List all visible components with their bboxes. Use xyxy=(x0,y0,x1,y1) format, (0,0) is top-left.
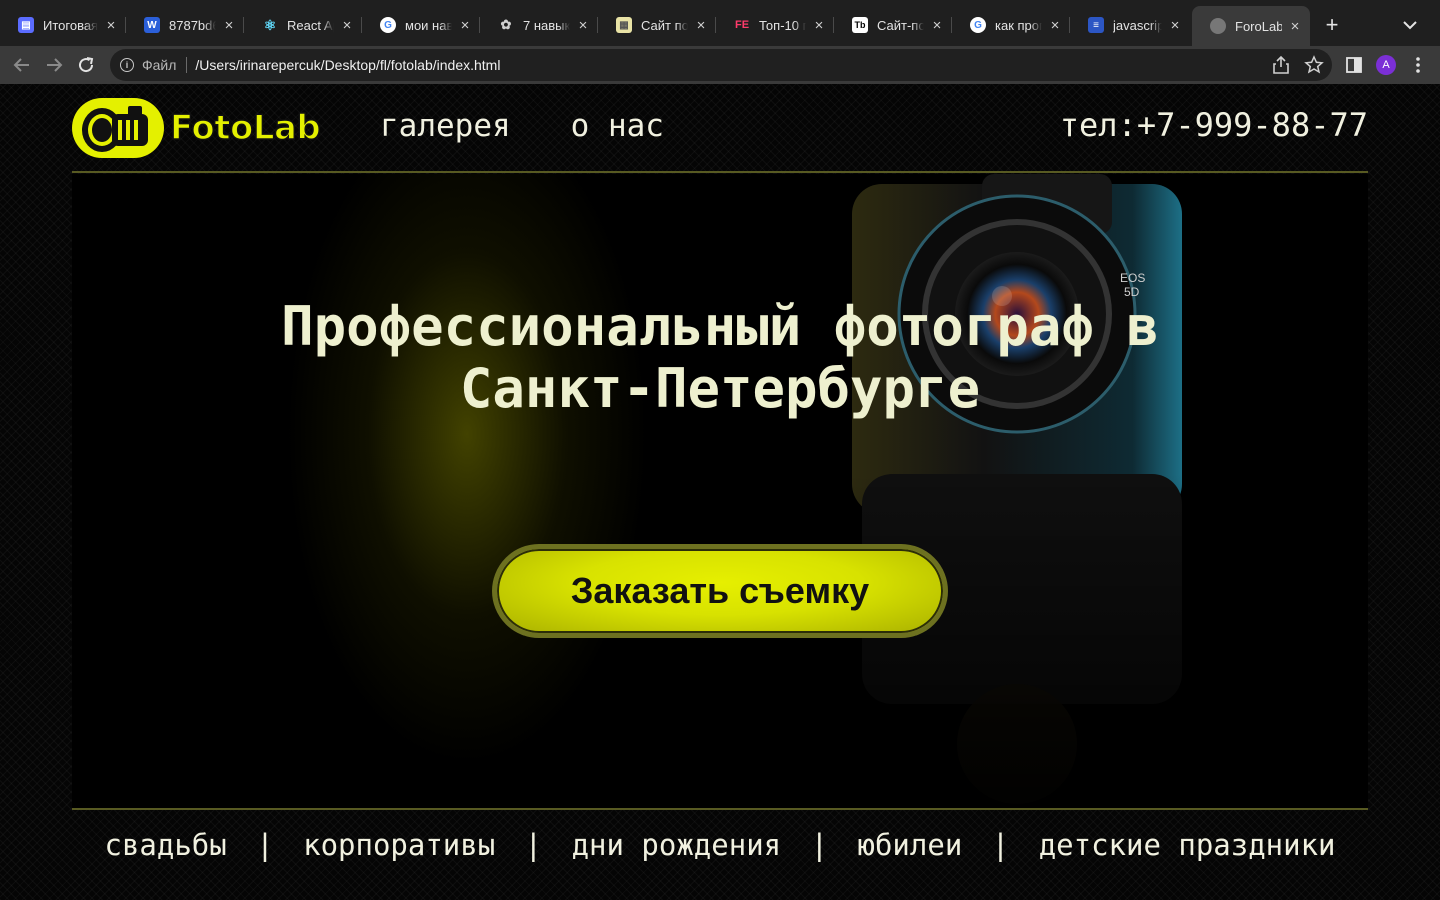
tab-title: ForoLab xyxy=(1235,18,1282,34)
nav-link-gallery[interactable]: галерея xyxy=(380,108,511,144)
address-bar[interactable]: i Файл /Users/irinarepercuk/Desktop/fl/f… xyxy=(110,49,1332,81)
tab-title: 8787bd6 xyxy=(169,17,216,33)
service-separator: | xyxy=(256,828,274,862)
close-tab-icon[interactable]: × xyxy=(576,17,590,34)
main-nav: галерея о нас xyxy=(380,108,664,144)
tab-title: javascript xyxy=(1113,17,1162,33)
new-tab-plus-icon[interactable]: + xyxy=(1320,13,1344,37)
globe-icon xyxy=(1210,18,1226,34)
service-separator: | xyxy=(991,828,1010,862)
site-logo[interactable]: FotoLab xyxy=(72,98,334,158)
services-list: свадьбы | корпоративы | дни рождения | ю… xyxy=(0,828,1440,862)
close-tab-icon[interactable]: × xyxy=(1288,18,1302,35)
doc-icon: ▦ xyxy=(616,17,632,33)
service-item[interactable]: корпоративы xyxy=(303,828,495,862)
browser-tab[interactable]: ≡ javascript × xyxy=(1070,8,1190,42)
hero-bottom-divider xyxy=(72,808,1368,810)
tab-title: 7 навыков xyxy=(523,17,570,33)
tb-icon: Tb xyxy=(852,17,868,33)
service-item[interactable]: дни рождения xyxy=(572,828,782,862)
hero-title-line-2: Санкт-Петербурге xyxy=(459,357,981,420)
logo-text: FotoLab xyxy=(169,107,321,149)
svg-text:EOS: EOS xyxy=(1120,271,1145,285)
browser-tab[interactable]: G мои навыки × xyxy=(362,8,480,42)
order-shoot-button[interactable]: Заказать съемку xyxy=(492,544,948,638)
tab-title: Сайт портфолио xyxy=(641,17,688,33)
service-item[interactable]: юбилеи xyxy=(858,828,963,862)
security-label: Файл xyxy=(142,57,177,73)
tab-title: Сайт-по xyxy=(877,17,924,33)
back-arrow-icon[interactable] xyxy=(10,53,34,77)
reload-icon[interactable] xyxy=(74,53,98,77)
close-tab-icon[interactable]: × xyxy=(222,17,236,34)
profile-avatar[interactable]: A xyxy=(1376,55,1396,75)
browser-tab[interactable]: G как прог × xyxy=(952,8,1070,42)
tab-title: React App xyxy=(287,17,334,33)
google-icon: G xyxy=(380,17,396,33)
service-item[interactable]: детские праздники xyxy=(1039,828,1336,862)
hero-title: Профессиональный фотограф в Санкт-Петерб… xyxy=(72,296,1368,420)
fotolab-page: FotoLab галерея о нас тел:+7-999-88-77 E… xyxy=(0,84,1440,900)
browser-tab[interactable]: ✿ 7 навыков × xyxy=(480,8,598,42)
service-item[interactable]: свадьбы xyxy=(105,828,227,862)
phone-number[interactable]: тел:+7-999-88-77 xyxy=(1060,106,1368,144)
doc-stack-icon: ▤ xyxy=(18,17,34,33)
bookmark-star-icon[interactable] xyxy=(1304,55,1324,80)
url-text[interactable]: /Users/irinarepercuk/Desktop/fl/fotolab/… xyxy=(195,57,500,73)
react-icon: ⚛ xyxy=(263,16,277,33)
browser-tab-strip: ▤ Итоговая × W 8787bd6 × ⚛ React App × G… xyxy=(0,0,1440,46)
service-separator: | xyxy=(524,828,543,862)
openai-icon: ✿ xyxy=(500,17,512,32)
tab-title: мои навыки xyxy=(405,17,452,33)
browser-tab[interactable]: FE Топ-10 п × xyxy=(716,8,834,42)
hero-banner: Canon EOS 5D Профессиональный фотограф в… xyxy=(72,174,1368,808)
close-tab-icon[interactable]: × xyxy=(812,17,826,34)
more-menu-icon[interactable] xyxy=(1410,56,1426,74)
fe-icon: FE xyxy=(734,19,750,31)
browser-tab[interactable]: W 8787bd6 × xyxy=(126,8,244,42)
close-tab-icon[interactable]: × xyxy=(930,17,944,34)
browser-tab[interactable]: Tb Сайт-по × xyxy=(834,8,952,42)
browser-toolbar: i Файл /Users/irinarepercuk/Desktop/fl/f… xyxy=(0,46,1440,84)
tab-title: как прог xyxy=(995,17,1042,33)
header-divider xyxy=(72,171,1368,173)
close-tab-icon[interactable]: × xyxy=(104,17,118,34)
hero-title-line-1: Профессиональный фотограф в xyxy=(281,295,1159,358)
camera-lens-logo-icon xyxy=(72,98,164,158)
side-panel-icon[interactable] xyxy=(1343,54,1365,76)
browser-tab[interactable]: ▤ Итоговая × xyxy=(0,8,126,42)
close-tab-icon[interactable]: × xyxy=(694,17,708,34)
browser-tab-active[interactable]: ForoLab × xyxy=(1192,6,1310,46)
browser-tab[interactable]: ⚛ React App × xyxy=(244,8,362,42)
forward-arrow-icon[interactable] xyxy=(42,53,66,77)
word-icon: W xyxy=(144,17,160,33)
nav-link-about[interactable]: о нас xyxy=(571,108,664,144)
close-tab-icon[interactable]: × xyxy=(1048,17,1062,34)
tab-title: Итоговая xyxy=(43,17,98,33)
close-tab-icon[interactable]: × xyxy=(1168,17,1182,34)
chevron-down-icon[interactable] xyxy=(1400,13,1420,37)
tab-title: Топ-10 п xyxy=(759,17,806,33)
browser-tab[interactable]: ▦ Сайт портфолио × xyxy=(598,8,716,42)
stackoverflow-icon: ≡ xyxy=(1088,17,1104,33)
info-icon[interactable]: i xyxy=(120,58,134,72)
service-separator: | xyxy=(810,828,829,862)
close-tab-icon[interactable]: × xyxy=(458,17,472,34)
camera-photo-image: Canon EOS 5D xyxy=(832,174,1332,808)
divider xyxy=(186,57,188,73)
share-icon[interactable] xyxy=(1272,55,1290,80)
close-tab-icon[interactable]: × xyxy=(340,17,354,34)
google-icon: G xyxy=(970,17,986,33)
